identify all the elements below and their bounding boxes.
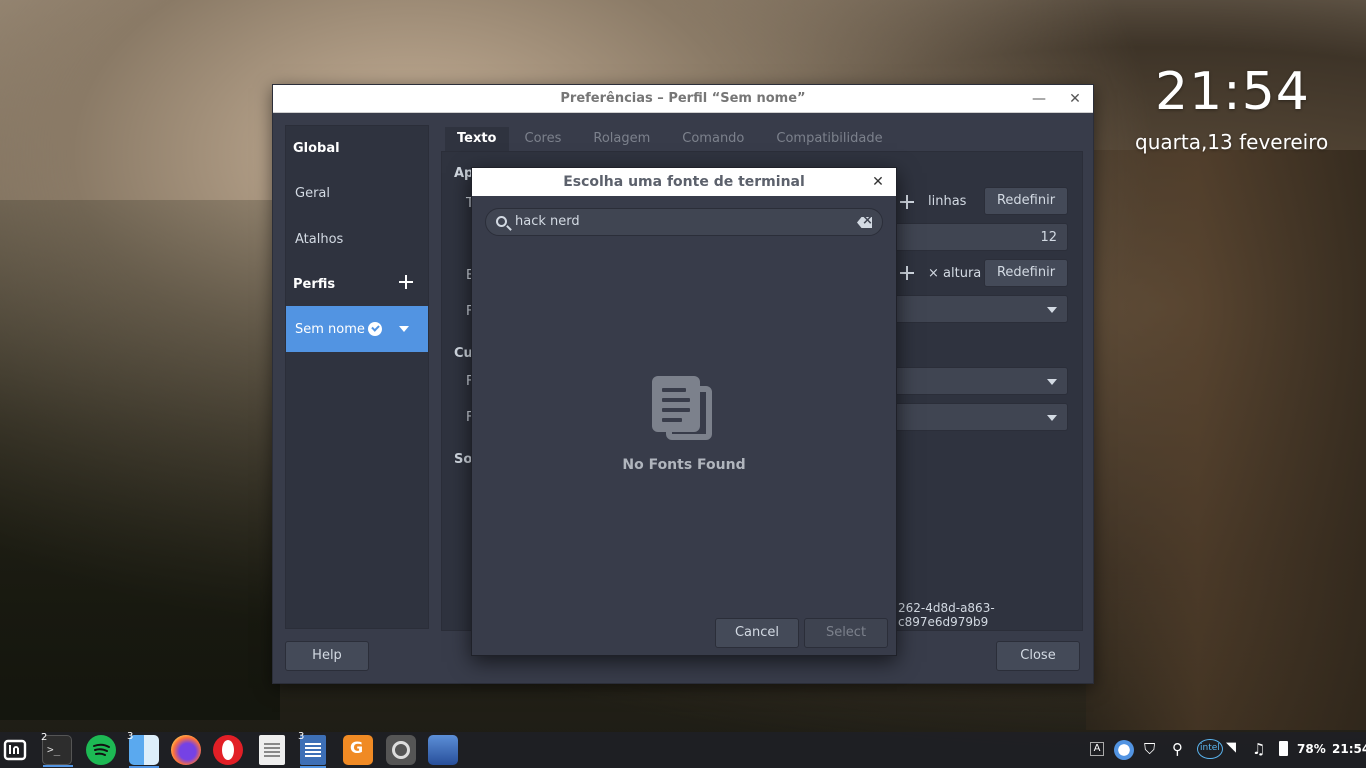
minimize-icon[interactable]: — (1029, 89, 1049, 109)
desktop-clock-time: 21:54 (1155, 62, 1310, 122)
reset-lines-button[interactable]: Redefinir (984, 187, 1068, 215)
battery-percent: 78% (1297, 742, 1326, 756)
taskbar-clock[interactable]: 21:54 (1332, 742, 1366, 762)
close-icon[interactable]: ✕ (868, 172, 888, 192)
chevron-down-icon (1047, 307, 1057, 313)
tab-compatibilidade[interactable]: Compatibilidade (760, 127, 898, 151)
sidebar-item-sem-nome[interactable]: Sem nome (286, 306, 428, 352)
search-value: hack nerd (515, 214, 580, 229)
height-label: × altura (928, 266, 982, 281)
tab-rolagem[interactable]: Rolagem (577, 127, 666, 151)
sidebar-header-global: Global (293, 140, 340, 156)
tab-comando[interactable]: Comando (666, 127, 760, 151)
keyboard-layout-icon[interactable]: A (1090, 742, 1104, 756)
help-button[interactable]: Help (285, 641, 369, 671)
default-profile-check-icon (368, 322, 382, 336)
wifi-icon[interactable]: ◥ (1226, 740, 1236, 760)
clear-search-icon[interactable] (857, 217, 872, 228)
window-count-badge: 3 (127, 731, 134, 742)
sidebar-header-perfis: Perfis (286, 262, 428, 306)
wallpaper-cliff (1086, 150, 1366, 730)
dialog-title: Escolha uma fonte de terminal (563, 174, 805, 190)
chevron-down-icon (1047, 415, 1057, 421)
reset-height-button[interactable]: Redefinir (984, 259, 1068, 287)
prefs-titlebar[interactable]: Preferências – Perfil “Sem nome” — ✕ (273, 85, 1093, 113)
profile-uuid: 262-4d8d-a863-c897e6d979b9 (898, 601, 995, 629)
font-search-input[interactable]: hack nerd (485, 208, 883, 236)
no-fonts-message: No Fonts Found (622, 457, 746, 473)
lines-label: linhas (928, 194, 967, 209)
firefox-icon[interactable] (171, 735, 201, 765)
sidebar-item-label: Sem nome (295, 321, 365, 337)
sidebar-item-geral[interactable]: Geral (286, 170, 428, 216)
spotify-icon[interactable] (86, 735, 116, 765)
close-icon[interactable]: ✕ (1065, 89, 1085, 109)
documents-icon (652, 376, 714, 442)
sidebar-item-atalhos[interactable]: Atalhos (286, 216, 428, 262)
window-count-badge: 3 (298, 731, 305, 742)
writer-icon[interactable]: 3 (298, 731, 326, 768)
increase-height-icon[interactable] (894, 259, 920, 287)
prefs-sidebar: Global Geral Atalhos Perfis Sem nome (285, 125, 429, 629)
tab-texto[interactable]: Texto (445, 127, 509, 151)
add-profile-icon[interactable] (398, 274, 414, 290)
wallpaper-forest (0, 200, 280, 720)
prefs-tabs: Texto Cores Rolagem Comando Compatibilid… (445, 127, 899, 151)
mint-menu-icon[interactable] (2, 735, 28, 765)
pdf-icon[interactable]: G (343, 735, 373, 765)
prefs-title: Preferências – Perfil “Sem nome” (560, 91, 806, 106)
search-icon (496, 216, 507, 227)
sidebar-header-label: Perfis (293, 276, 336, 292)
desktop-clock-date: quarta,13 fevereiro (1135, 130, 1329, 154)
font-chooser-dialog: Escolha uma fonte de terminal ✕ hack ner… (471, 167, 897, 656)
close-button[interactable]: Close (996, 641, 1080, 671)
increase-lines-icon[interactable] (894, 188, 920, 216)
music-icon[interactable]: ♫ (1252, 740, 1265, 760)
text-editor-icon[interactable] (259, 735, 285, 765)
settings-icon[interactable] (386, 735, 416, 765)
chevron-down-icon (1047, 379, 1057, 385)
battery-icon[interactable] (1279, 741, 1288, 756)
window-count-badge: 2 (41, 732, 48, 743)
location-pin-icon[interactable]: ⚲ (1172, 740, 1183, 760)
opera-icon[interactable] (213, 735, 243, 765)
chevron-down-icon[interactable] (399, 326, 409, 332)
intel-icon[interactable]: intel (1197, 739, 1223, 759)
select-button[interactable]: Select (804, 618, 888, 648)
shield-icon[interactable]: ⛉ (1144, 740, 1155, 760)
cancel-button[interactable]: Cancel (715, 618, 799, 648)
files-icon[interactable]: 3 (127, 731, 159, 768)
dialog-titlebar[interactable]: Escolha uma fonte de terminal ✕ (472, 168, 896, 196)
sidebar-item-label: Atalhos (295, 231, 344, 247)
image-viewer-icon[interactable] (428, 735, 458, 765)
section-label: Cu (454, 346, 473, 361)
sidebar-item-label: Geral (295, 185, 330, 201)
taskbar: 2 >_ 3 3 G A ⛉ ⚲ intel ◥ ♫ 78% 21:54 (0, 731, 1366, 768)
user-avatar-icon[interactable] (1114, 740, 1134, 760)
terminal-icon[interactable]: 2 >_ (41, 732, 73, 767)
font-size-value: 12 (1040, 230, 1057, 245)
tab-cores[interactable]: Cores (509, 127, 578, 151)
